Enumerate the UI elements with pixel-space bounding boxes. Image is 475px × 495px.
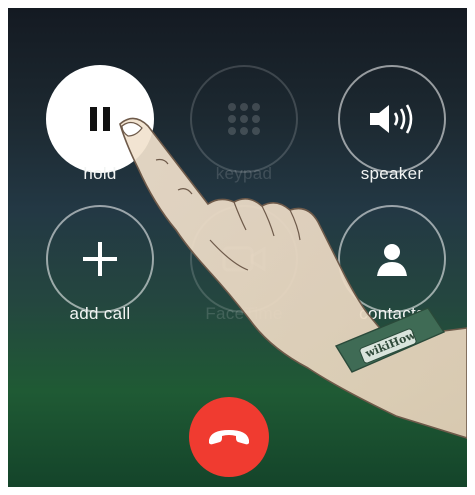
in-call-screen: hold keypad speaker add call contacts wi…	[8, 8, 467, 487]
pointing-hand-illustration	[119, 117, 467, 439]
